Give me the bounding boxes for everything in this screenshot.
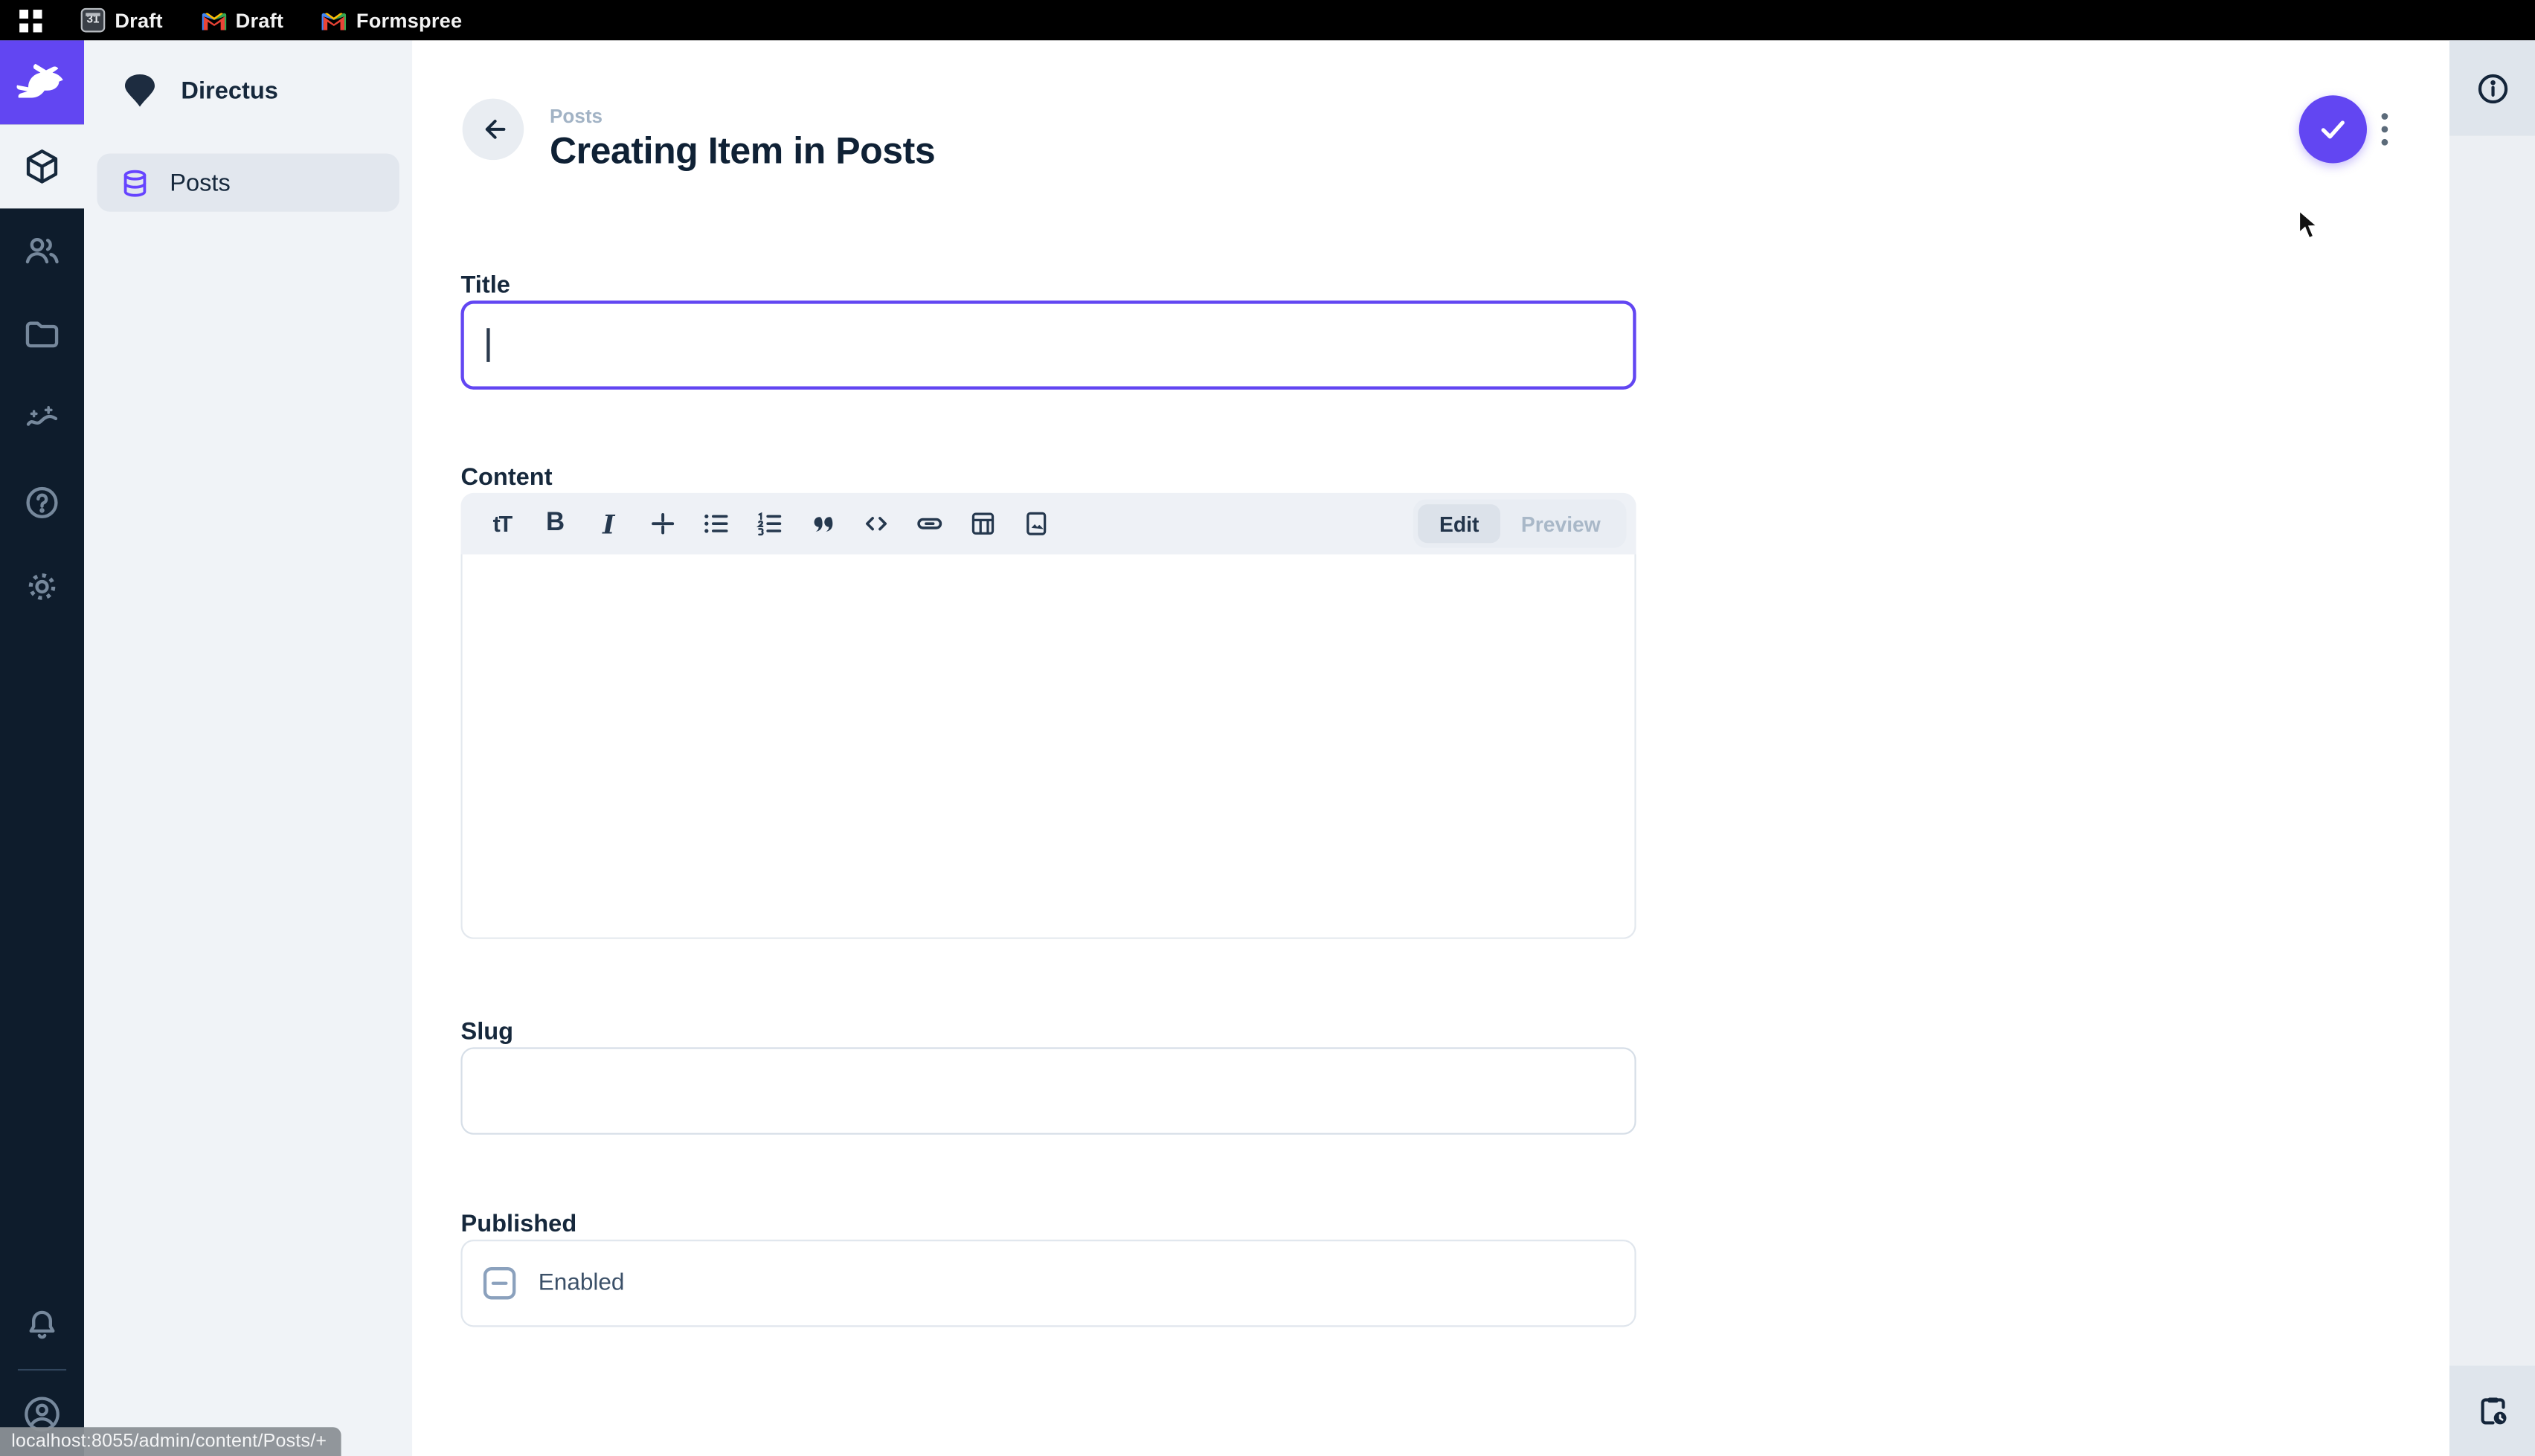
published-checkbox-label: Enabled xyxy=(539,1270,625,1296)
database-icon xyxy=(120,167,150,198)
module-users[interactable] xyxy=(0,208,84,292)
edit-mode-button[interactable]: Edit xyxy=(1418,504,1500,543)
slug-input[interactable] xyxy=(460,1047,1636,1134)
title-field-label: Title xyxy=(460,271,510,299)
strikethrough-icon[interactable] xyxy=(635,500,689,548)
back-button[interactable] xyxy=(463,99,524,161)
module-files[interactable] xyxy=(0,292,84,376)
more-options-button[interactable] xyxy=(2375,106,2394,152)
content-textarea[interactable] xyxy=(460,555,1636,939)
link-icon[interactable] xyxy=(902,500,956,548)
published-field-label: Published xyxy=(460,1211,576,1238)
preview-mode-button[interactable]: Preview xyxy=(1500,504,1622,543)
editor-toolbar: tT B I xyxy=(460,493,1636,555)
image-icon[interactable] xyxy=(1009,500,1062,548)
project-header[interactable]: Directus xyxy=(84,40,412,141)
nav-item-posts[interactable]: Posts xyxy=(97,153,399,211)
page-title: Creating Item in Posts xyxy=(550,129,935,173)
notifications-button[interactable] xyxy=(0,1283,84,1368)
bold-icon[interactable]: B xyxy=(529,500,582,548)
cube-icon xyxy=(22,147,61,186)
bulleted-list-icon[interactable] xyxy=(689,500,742,548)
navigation-panel: Directus Posts xyxy=(84,40,412,1456)
info-icon xyxy=(2475,71,2510,106)
editor-mode-switch: Edit Preview xyxy=(1413,500,1626,548)
content-field-label: Content xyxy=(460,464,552,492)
info-sidebar-button[interactable] xyxy=(2449,40,2535,135)
format-text-icon[interactable]: tT xyxy=(475,500,529,548)
browser-tab-draft-gmail[interactable]: Draft xyxy=(202,8,283,33)
users-icon xyxy=(22,231,61,270)
code-icon[interactable] xyxy=(849,500,902,548)
browser-topbar: 31 Draft Draft xyxy=(0,0,2535,40)
status-url-text: localhost:8055/admin/content/Posts/+ xyxy=(11,1432,327,1452)
published-checkbox[interactable] xyxy=(483,1267,515,1299)
published-field: Enabled xyxy=(460,1240,1636,1327)
main-content: Posts Creating Item in Posts Title Conte… xyxy=(412,40,2449,1456)
numbered-list-icon[interactable] xyxy=(742,500,796,548)
arrow-left-icon xyxy=(477,113,509,145)
folder-icon xyxy=(22,315,61,354)
module-help[interactable] xyxy=(0,460,84,544)
nav-item-label: Posts xyxy=(170,169,231,196)
browser-tab-draft-calendar[interactable]: 31 Draft xyxy=(81,8,163,33)
gear-icon xyxy=(22,567,61,606)
browser-tab-formspree[interactable]: Formspree xyxy=(322,8,462,33)
module-content[interactable] xyxy=(0,124,84,208)
project-name: Directus xyxy=(181,77,277,104)
check-icon xyxy=(2315,112,2351,147)
module-settings[interactable] xyxy=(0,544,84,628)
directus-app: 31 Draft Draft xyxy=(0,0,2535,1456)
status-url-bubble: localhost:8055/admin/content/Posts/+ xyxy=(0,1427,341,1456)
directus-logo[interactable] xyxy=(0,40,84,124)
text-caret xyxy=(486,328,489,362)
title-input[interactable] xyxy=(460,300,1636,390)
indeterminate-dash-icon xyxy=(492,1281,508,1285)
gmail-icon xyxy=(202,8,226,33)
tab-groups-grid-icon[interactable] xyxy=(19,9,42,31)
revisions-sidebar-button[interactable] xyxy=(2449,1366,2535,1456)
tab-label: Draft xyxy=(236,9,283,31)
save-button[interactable] xyxy=(2299,95,2367,163)
table-icon[interactable] xyxy=(956,500,1009,548)
module-insights[interactable] xyxy=(0,376,84,460)
tab-label: Draft xyxy=(115,9,162,31)
help-icon xyxy=(22,483,61,522)
insights-icon xyxy=(22,399,61,438)
module-bar xyxy=(0,40,84,1456)
clipboard-clock-icon xyxy=(2475,1394,2510,1429)
bell-icon xyxy=(22,1306,61,1344)
tab-label: Formspree xyxy=(356,9,462,31)
markdown-editor: tT B I xyxy=(460,493,1636,939)
mouse-cursor xyxy=(2298,208,2328,242)
project-icon xyxy=(120,73,160,109)
module-bar-divider xyxy=(18,1369,66,1370)
blockquote-icon[interactable] xyxy=(795,500,849,548)
slug-field-label: Slug xyxy=(460,1018,513,1046)
breadcrumb[interactable]: Posts xyxy=(550,105,603,127)
calendar-icon: 31 xyxy=(81,8,106,33)
rabbit-icon xyxy=(15,62,70,104)
gmail-icon xyxy=(322,8,347,33)
italic-icon[interactable]: I xyxy=(582,500,635,548)
right-sidebar xyxy=(2449,40,2535,1456)
